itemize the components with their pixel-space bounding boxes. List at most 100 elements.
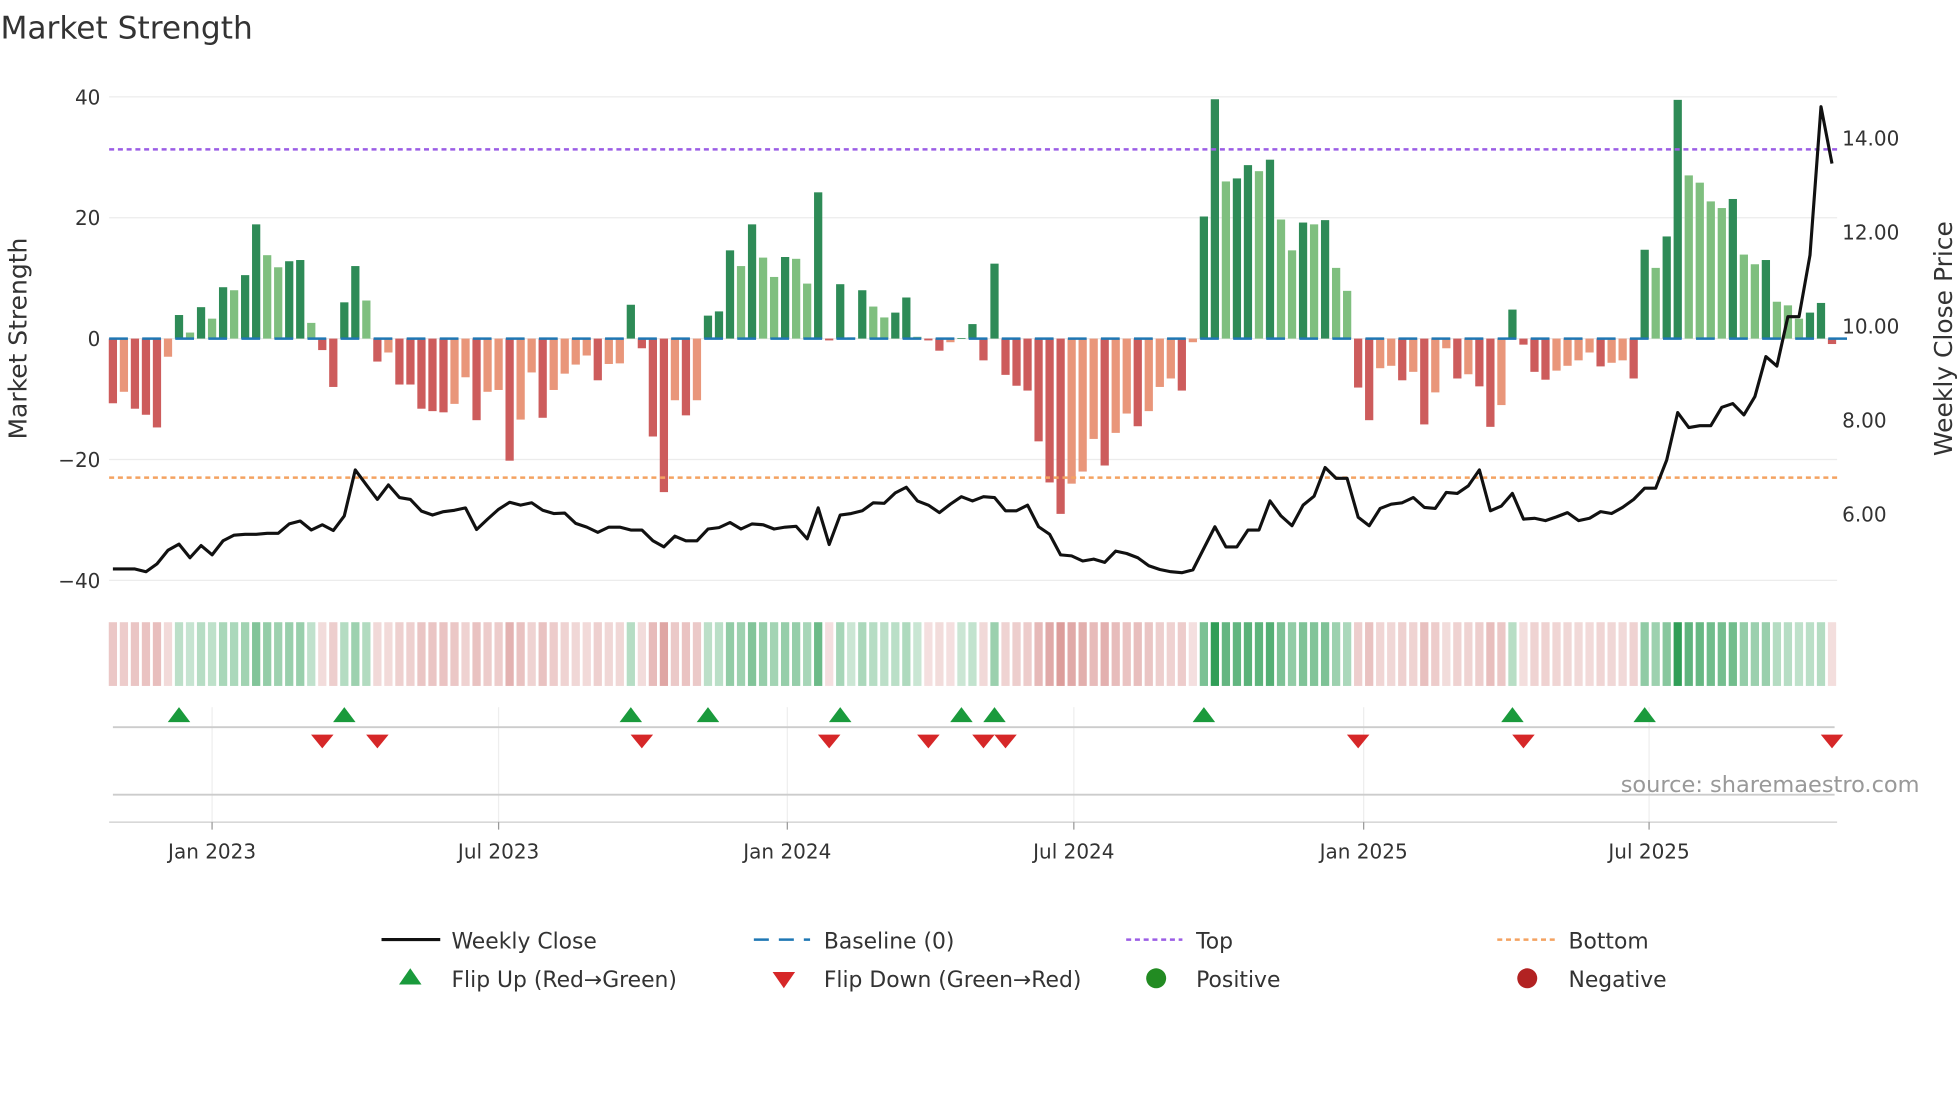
strength-bar xyxy=(263,255,272,339)
strip-cell xyxy=(902,622,911,686)
strip-cell xyxy=(373,622,382,686)
y-tick-label: 40 xyxy=(75,85,100,109)
strength-bar xyxy=(626,304,635,339)
strip-cell xyxy=(648,622,657,686)
legend-item-positive[interactable]: Positive xyxy=(1146,968,1280,993)
strength-bar xyxy=(1199,216,1208,339)
strength-bar xyxy=(1750,264,1759,339)
strip-cell xyxy=(340,622,349,686)
strength-bar xyxy=(1188,338,1197,343)
strength-bar xyxy=(1023,338,1032,391)
left-axis-title: Market Strength xyxy=(4,238,33,440)
flip-down-marker xyxy=(994,734,1017,749)
strength-bar xyxy=(516,338,525,420)
legend-item-top[interactable]: Top xyxy=(1126,929,1233,954)
strip-cell xyxy=(1827,622,1837,686)
strip-cell xyxy=(1508,622,1517,686)
strip-cell xyxy=(1199,622,1208,686)
source-credit: source: sharemaestro.com xyxy=(1621,772,1920,798)
strength-bar xyxy=(1210,99,1220,339)
strength-bar xyxy=(1100,338,1109,466)
strip-cell xyxy=(1045,622,1054,686)
strength-bar xyxy=(406,338,415,385)
legend-item-flip-down[interactable]: Flip Down (Green→Red) xyxy=(772,968,1082,993)
strip-cell xyxy=(439,622,448,686)
strip-cell xyxy=(207,622,217,686)
strip-cell xyxy=(615,622,624,686)
strength-bar xyxy=(207,318,217,339)
strength-bar xyxy=(1772,301,1782,339)
strip-cell xyxy=(1155,622,1164,686)
strip-cell xyxy=(1254,622,1264,686)
flip-down-marker xyxy=(972,734,995,749)
strength-bar xyxy=(769,276,779,339)
strength-bar xyxy=(1287,250,1297,339)
strength-bar xyxy=(252,224,261,339)
strip-cell xyxy=(1034,622,1043,686)
strip-cell xyxy=(1607,622,1616,686)
strength-bar xyxy=(615,338,624,364)
strength-bar xyxy=(1464,338,1473,375)
strip-cell xyxy=(769,622,779,686)
strip-cell xyxy=(560,622,569,686)
strip-cell xyxy=(141,622,151,686)
strip-cell xyxy=(714,622,724,686)
strip-cell xyxy=(1409,622,1418,686)
strip-cell xyxy=(1519,622,1528,686)
strip-cell xyxy=(1530,622,1539,686)
strength-bar xyxy=(571,338,580,365)
legend-item-bottom[interactable]: Bottom xyxy=(1497,929,1649,954)
svg-text:Top: Top xyxy=(1195,929,1233,954)
strength-bar xyxy=(880,317,889,339)
strength-bar xyxy=(1816,302,1826,339)
strip-cell xyxy=(1431,622,1440,686)
flip-marker-panel xyxy=(109,707,1844,825)
y-tick-label: 20 xyxy=(75,206,100,230)
strength-bar xyxy=(152,338,162,428)
legend-item-flip-up[interactable]: Flip Up (Red→Green) xyxy=(399,968,677,993)
strength-bar xyxy=(1243,165,1253,339)
strength-bar xyxy=(1794,318,1804,339)
strength-bar xyxy=(1254,171,1264,339)
red-dot-icon xyxy=(1517,968,1538,989)
strength-bar xyxy=(1298,222,1308,339)
legend-item-baseline[interactable]: Baseline (0) xyxy=(753,929,955,954)
strength-bar xyxy=(1089,338,1098,439)
strip-cell xyxy=(780,622,790,686)
strip-cell xyxy=(758,622,768,686)
flip-up-marker xyxy=(333,707,356,723)
strip-cell xyxy=(406,622,415,686)
flip-down-marker xyxy=(366,734,389,749)
strip-cell xyxy=(1453,622,1462,686)
strength-bar xyxy=(1420,338,1429,425)
left-axis-ticks: 40 20 0 −20 −40 xyxy=(58,85,100,593)
strength-bar xyxy=(858,290,867,339)
x-axis-ticks: Jan 2023 Jul 2023 Jan 2024 Jul 2024 Jan 2025… xyxy=(166,822,1690,863)
strength-bar xyxy=(1012,338,1021,386)
strip-cell xyxy=(1750,622,1759,686)
strip-cell xyxy=(1552,622,1561,686)
strip-cell xyxy=(637,622,646,686)
strength-bar xyxy=(803,283,812,339)
strength-bar xyxy=(1651,267,1660,339)
flip-down-marker xyxy=(917,734,940,749)
strip-cell xyxy=(241,622,250,686)
strip-cell xyxy=(1210,622,1220,686)
strength-bar xyxy=(560,338,569,374)
x-tick-label: Jul 2024 xyxy=(1031,839,1114,863)
x-tick-label: Jul 2025 xyxy=(1606,839,1689,863)
legend-item-weekly-close[interactable]: Weekly Close xyxy=(381,929,597,954)
strip-cell xyxy=(1497,622,1506,686)
strip-cell xyxy=(450,622,459,686)
strip-cell xyxy=(968,622,977,686)
legend-item-negative[interactable]: Negative xyxy=(1517,968,1667,993)
strength-bar xyxy=(1574,338,1583,361)
strip-cell xyxy=(913,622,922,686)
strength-bar xyxy=(141,338,151,415)
flip-up-marker xyxy=(828,707,852,723)
strip-cell xyxy=(296,622,305,686)
strip-cell xyxy=(935,622,944,686)
strength-bar xyxy=(483,338,492,392)
flip-up-marker xyxy=(167,707,191,723)
strip-cell xyxy=(252,622,261,686)
